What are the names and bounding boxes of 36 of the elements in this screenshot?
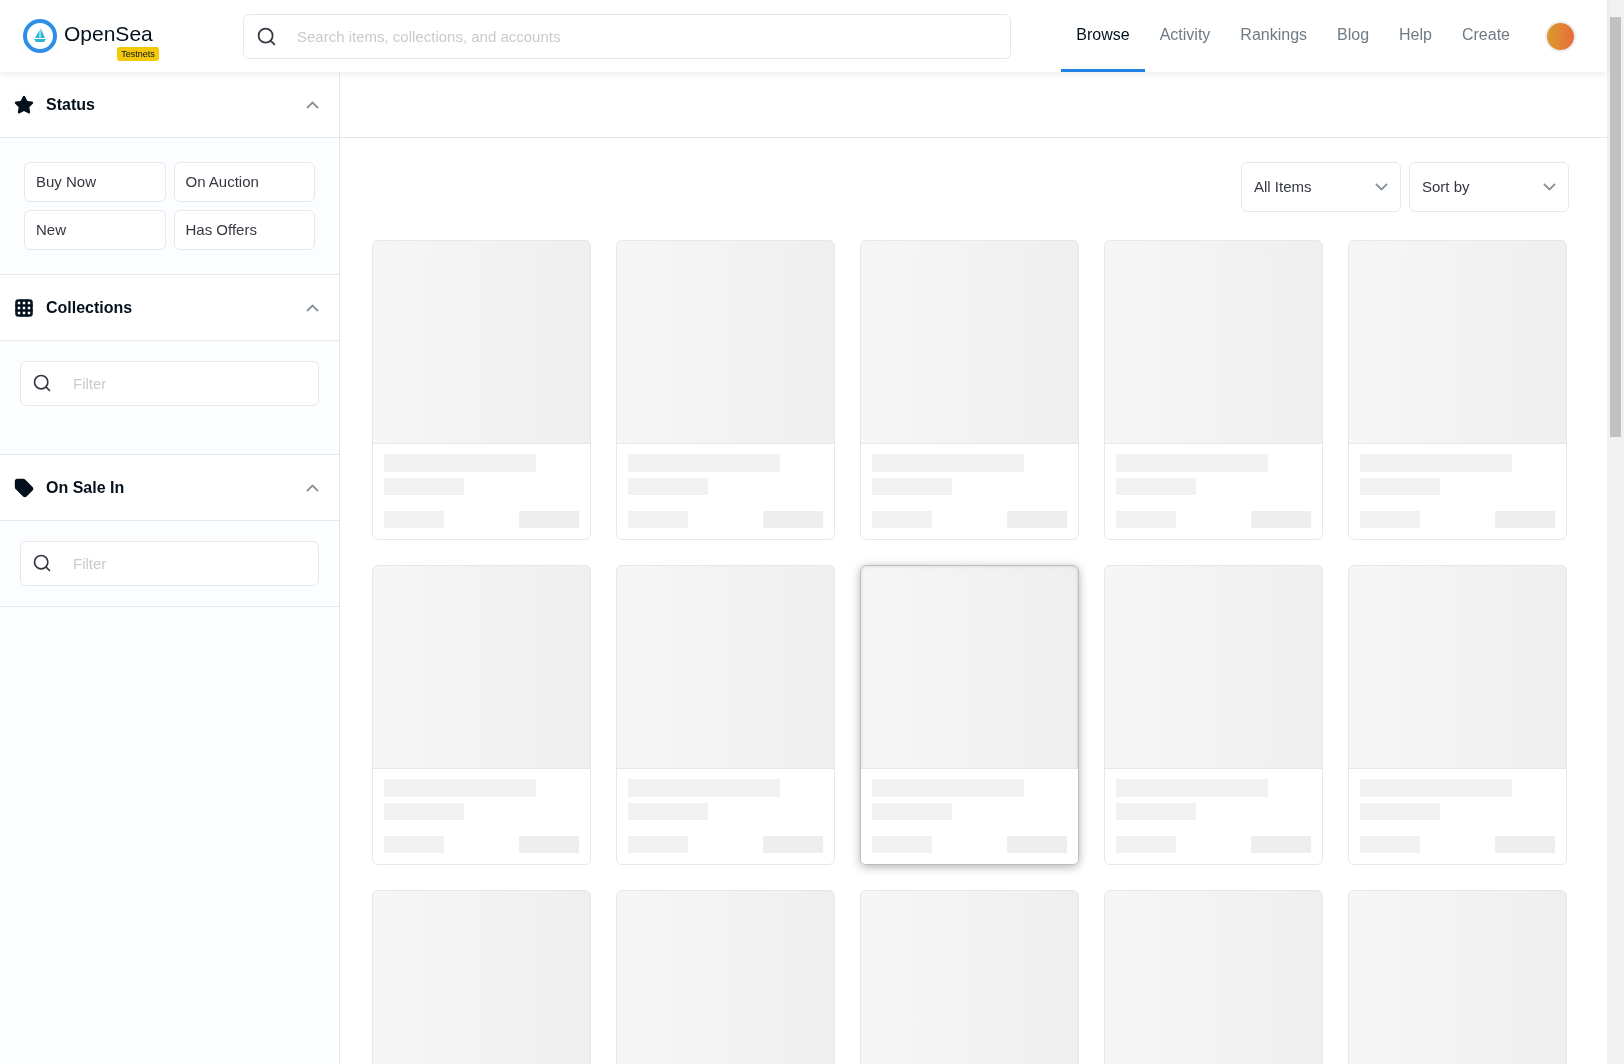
nav-tab[interactable]: Activity [1144,0,1226,72]
scrollbar-thumb[interactable] [1610,17,1621,437]
status-filter-button[interactable]: Buy Now [24,162,166,202]
loading-card[interactable] [860,565,1079,865]
chevron-icon [1375,183,1388,191]
tag-icon [14,477,34,498]
logo-text[interactable]: OpenSea [64,21,153,46]
section-header[interactable]: Collections [0,275,339,341]
avatar[interactable] [1545,20,1576,52]
dropdown-select[interactable]: Sort by [1409,162,1569,212]
chevron-icon [306,483,319,492]
section-header[interactable]: Status [0,72,339,138]
search-icon [32,373,52,393]
nav-tab[interactable]: Rankings [1225,0,1323,72]
chevron-icon [1543,183,1556,191]
status-filter-button[interactable]: Has Offers [173,210,315,250]
section-title: Collections [46,297,133,318]
status-filter-button[interactable]: On Auction [173,162,315,202]
search-icon [256,25,277,47]
section-title: Status [46,94,95,115]
chevron-icon [306,100,319,109]
chevron-icon [306,303,319,312]
nav-tab[interactable]: Help [1384,0,1447,72]
star-icon [14,94,34,115]
dropdown-select[interactable]: All Items [1241,162,1401,212]
nav-tab[interactable]: Create [1446,0,1525,72]
grid-icon [14,297,34,318]
scrollbar[interactable] [1607,0,1624,1064]
section-title: On Sale In [46,477,125,498]
testnets-badge: Testnets [117,46,159,61]
section-header[interactable]: On Sale In [0,455,339,521]
nav-tab[interactable]: Browse [1061,0,1145,72]
status-filter-button[interactable]: New [24,210,166,250]
logo-icon [23,19,57,53]
search-icon [32,553,52,573]
nav-tab[interactable]: Blog [1322,0,1385,72]
